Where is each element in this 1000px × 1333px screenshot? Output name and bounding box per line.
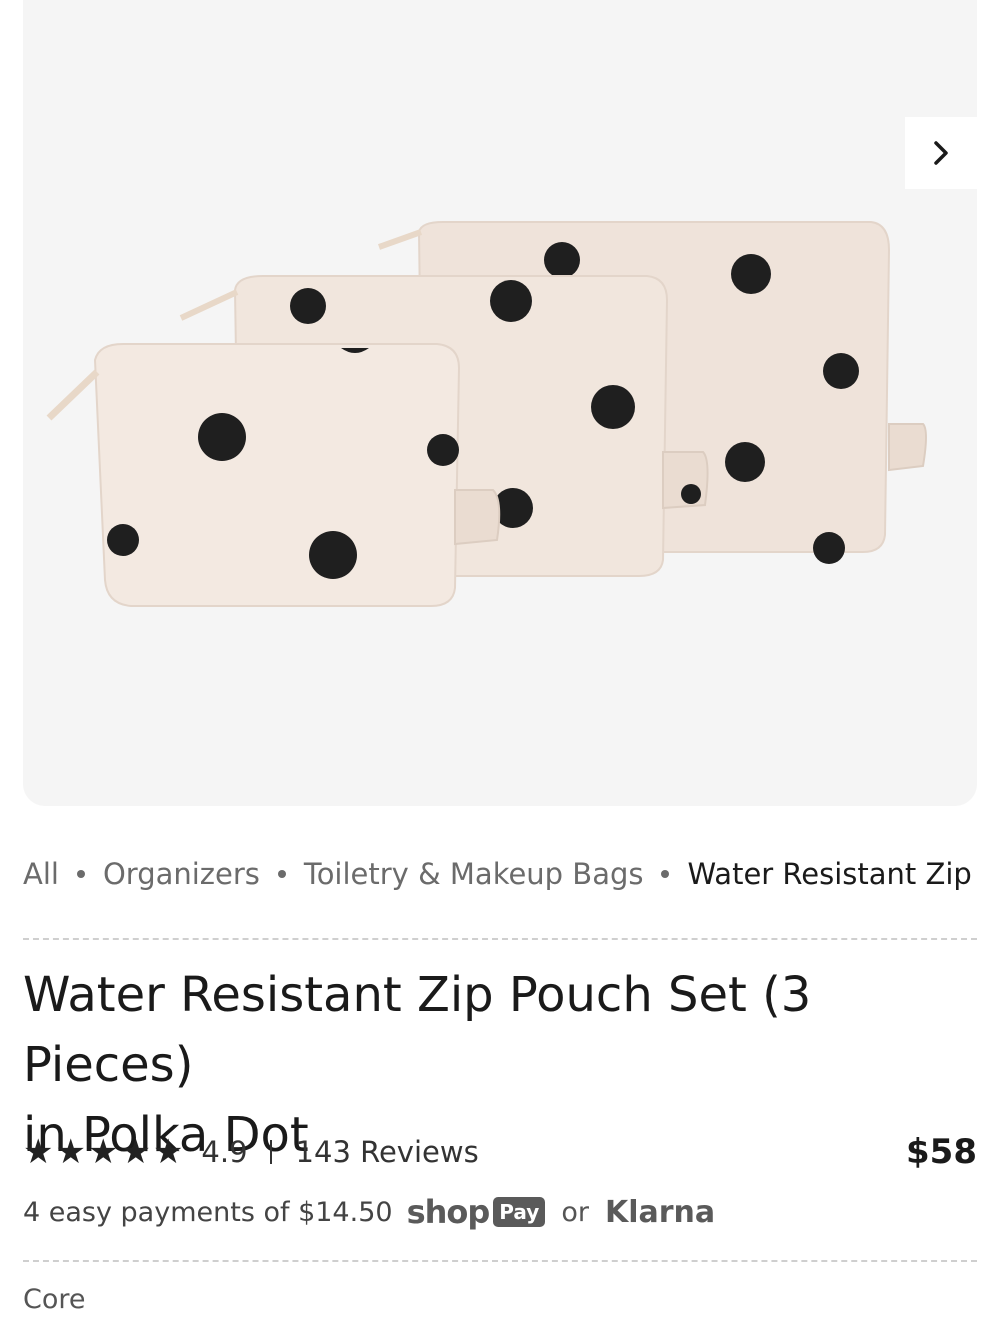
rating-price-row: ★ ★ ★ ★ ★ 4.9 143 Reviews $58	[23, 1128, 977, 1176]
installment-text: 4 easy payments of $14.50	[23, 1196, 393, 1228]
collection-label: Core	[23, 1284, 86, 1315]
product-image-gallery[interactable]	[23, 0, 977, 806]
breadcrumb-separator	[76, 870, 85, 878]
star-icon: ★	[120, 1132, 151, 1172]
rating-value: 4.9	[201, 1135, 248, 1169]
breadcrumb-item-organizers[interactable]: Organizers	[103, 857, 260, 891]
or-text: or	[561, 1196, 589, 1228]
klarna-logo[interactable]: Klarna	[605, 1195, 715, 1230]
rating-stars: ★ ★ ★ ★ ★	[23, 1135, 183, 1169]
shop-pay-badge: Pay	[493, 1197, 546, 1227]
breadcrumb-separator	[277, 870, 286, 878]
divider	[23, 938, 977, 940]
reviews-link[interactable]: 143 Reviews	[296, 1135, 479, 1169]
product-title-line1: Water Resistant Zip Pouch Set (3 Pieces)	[23, 967, 812, 1093]
star-icon: ★	[55, 1132, 86, 1172]
breadcrumb-separator	[661, 870, 670, 878]
next-image-button[interactable]	[905, 117, 977, 189]
breadcrumb: All Organizers Toiletry & Makeup Bags Wa…	[23, 852, 977, 896]
star-icon: ★	[152, 1132, 184, 1172]
product-price: $58	[906, 1132, 977, 1172]
installment-payments: 4 easy payments of $14.50 shop Pay or Kl…	[23, 1190, 715, 1234]
star-icon: ★	[23, 1132, 54, 1172]
chevron-right-icon	[934, 141, 948, 165]
star-icon: ★	[87, 1132, 119, 1172]
breadcrumb-item-current: Water Resistant Zip Pouch	[687, 857, 977, 891]
breadcrumb-item-toiletry-makeup-bags[interactable]: Toiletry & Makeup Bags	[304, 857, 644, 891]
shop-pay-logo[interactable]: shop	[407, 1193, 491, 1231]
product-image	[46, 221, 927, 607]
breadcrumb-item-all[interactable]: All	[23, 857, 59, 891]
rating-divider	[269, 1140, 272, 1164]
divider	[23, 1260, 977, 1262]
